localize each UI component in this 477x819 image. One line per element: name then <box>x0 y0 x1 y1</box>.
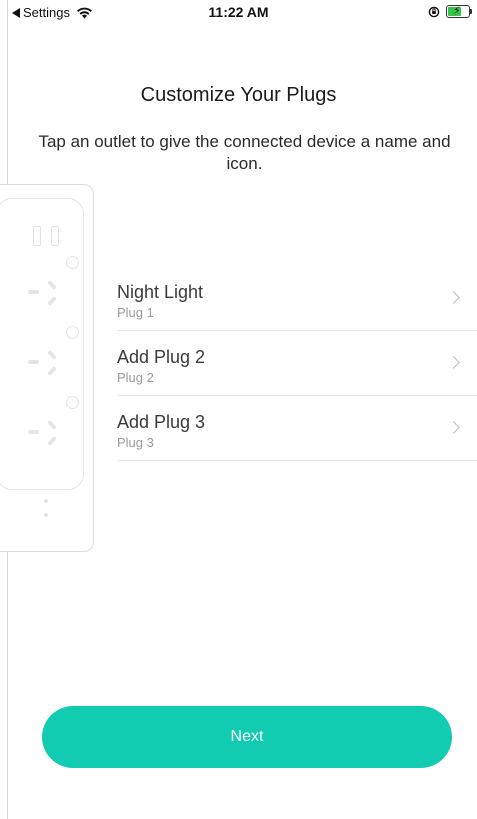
plug-label: Plug 2 <box>117 370 154 385</box>
pin <box>47 296 57 306</box>
ground-ring <box>66 256 79 269</box>
indicator-dot <box>44 499 48 503</box>
clock: 11:22 AM <box>208 4 269 20</box>
pin <box>47 436 57 446</box>
plug-list: Night Light Plug 1 Add Plug 2 Plug 2 Add… <box>117 266 477 461</box>
pin <box>28 290 39 294</box>
pin <box>47 420 57 430</box>
plug-name: Add Plug 3 <box>117 412 206 432</box>
pin <box>28 360 39 364</box>
status-bar: Settings 11:22 AM ⚡ <box>0 0 477 22</box>
plug-label: Plug 3 <box>117 435 154 450</box>
outlet-3-icon[interactable] <box>0 392 90 462</box>
battery-charging-icon: ⚡ <box>446 5 472 18</box>
plug-row-1[interactable]: Night Light Plug 1 <box>117 266 477 331</box>
ground-ring <box>66 326 79 339</box>
ground-ring <box>66 396 79 409</box>
rotation-lock-icon <box>428 6 440 17</box>
status-icons: ⚡ <box>428 5 472 18</box>
pin <box>47 280 57 290</box>
outlet-2-icon[interactable] <box>0 322 90 392</box>
plug-row-2[interactable]: Add Plug 2 Plug 2 <box>117 331 477 396</box>
indicator-dot <box>44 513 48 517</box>
usb-port-icon <box>33 226 41 246</box>
pin <box>47 366 57 376</box>
pin <box>47 350 57 360</box>
chevron-right-icon <box>447 291 460 304</box>
plug-label: Plug 1 <box>117 305 154 320</box>
bolt-icon: ⚡ <box>453 5 461 17</box>
usb-port-icon <box>51 226 59 246</box>
next-button[interactable]: Next <box>42 706 452 768</box>
plug-row-3[interactable]: Add Plug 3 Plug 3 <box>117 396 477 461</box>
page-subtitle: Tap an outlet to give the connected devi… <box>38 132 451 173</box>
chevron-right-icon <box>447 356 460 369</box>
chevron-right-icon <box>447 421 460 434</box>
battery-nub <box>470 9 472 14</box>
next-button-label: Next <box>230 728 264 745</box>
plug-name: Add Plug 2 <box>117 347 206 367</box>
page-title: Customize Your Plugs <box>140 84 337 106</box>
plug-name: Night Light <box>117 282 204 302</box>
outlet-1-icon[interactable] <box>0 252 90 322</box>
pin <box>28 430 39 434</box>
